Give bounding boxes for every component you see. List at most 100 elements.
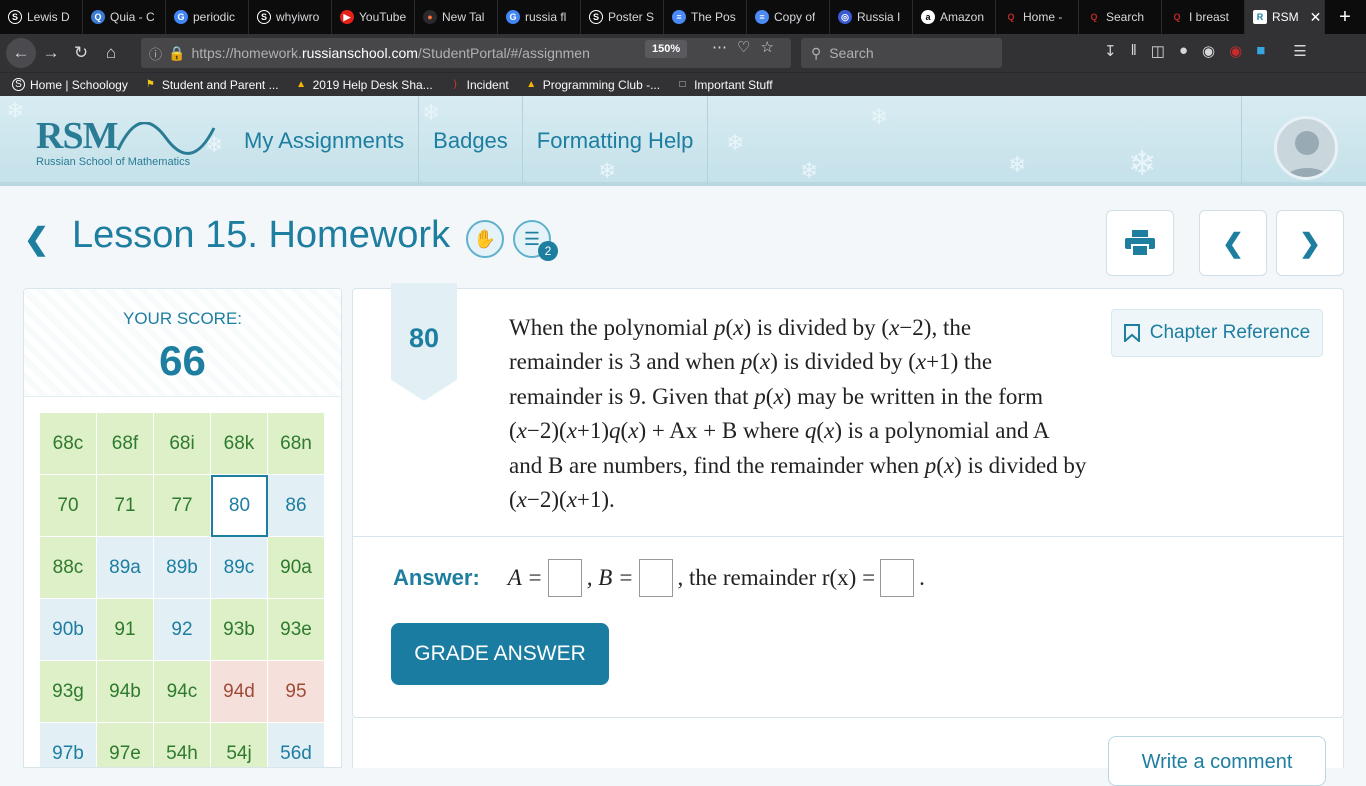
problem-cell[interactable]: 95 (268, 661, 325, 723)
new-tab-button[interactable]: + (1325, 0, 1365, 34)
chapter-reference-button[interactable]: Chapter Reference (1111, 309, 1323, 357)
problem-cell[interactable]: 68n (268, 413, 325, 475)
browser-tab[interactable]: ● New Tal (415, 0, 498, 34)
browser-tab[interactable]: Gperiodic (166, 0, 249, 34)
problem-cell[interactable]: 93g (40, 661, 97, 723)
problem-cell[interactable]: 77 (154, 475, 211, 537)
amazon-icon: a (921, 10, 935, 24)
problem-cell[interactable]: 90a (268, 537, 325, 599)
nav-badges[interactable]: Badges (419, 96, 523, 186)
problem-cell[interactable]: 94b (97, 661, 154, 723)
search-input[interactable]: ⚲ Search (801, 38, 1002, 68)
problem-cell[interactable]: 54h (154, 723, 211, 767)
snowflake-icon: ❄ (1008, 152, 1027, 177)
rsm-logo[interactable]: RSM Russian School of Mathematics (36, 114, 216, 168)
next-problem-button[interactable]: ❯ (1276, 210, 1344, 276)
search-icon: ⚲ (811, 44, 822, 61)
problem-cell[interactable]: 68k (211, 413, 268, 475)
browser-tab[interactable]: ▶ YouTube (332, 0, 415, 34)
tab-label: Home - (1023, 10, 1063, 24)
problem-cell[interactable]: 91 (97, 599, 154, 661)
browser-tab[interactable]: Q Search (1079, 0, 1162, 34)
score-value: 66 (159, 337, 206, 384)
bookmark-label: Programming Club -... (542, 77, 661, 92)
a-input[interactable] (547, 559, 582, 597)
reload-button[interactable]: ↻ (66, 38, 96, 68)
b-input[interactable] (638, 559, 673, 597)
ublock-icon[interactable]: ◉ (1229, 42, 1242, 60)
write-comment-button[interactable]: Write a comment (1108, 736, 1326, 786)
browser-tab[interactable]: Q Home - (996, 0, 1079, 34)
problem-cell[interactable]: 89b (154, 537, 211, 599)
download-icon[interactable]: ↧ (1104, 42, 1117, 60)
problem-cell[interactable]: 71 (97, 475, 154, 537)
info-icon[interactable]: ⓘ (149, 44, 162, 63)
problem-cell[interactable]: 68c (40, 413, 97, 475)
problem-cell[interactable]: 80 (211, 475, 268, 537)
problem-cell[interactable]: 94c (154, 661, 211, 723)
address-bar[interactable]: ⓘ 🔒 https://homework.russianschool.com/S… (141, 38, 791, 68)
back-button[interactable]: ← (6, 38, 36, 68)
more-actions-icon[interactable]: ⋯ (712, 38, 727, 56)
problem-cell[interactable]: 88c (40, 537, 97, 599)
problem-cell[interactable]: 93e (268, 599, 325, 661)
menu-icon[interactable]: ☰ (1293, 42, 1306, 60)
problem-cell[interactable]: 54j (211, 723, 268, 767)
hand-badge-icon[interactable]: ✋ (466, 220, 504, 258)
extension-icon[interactable]: ■ (1256, 42, 1265, 60)
bookmark-item[interactable]: ⚑ Student and Parent ... (144, 78, 279, 92)
previous-problem-button[interactable]: ❮ (1199, 210, 1267, 276)
b-label: , B = (586, 565, 634, 590)
problem-cell[interactable]: 86 (268, 475, 325, 537)
library-icon[interactable]: ‖ (1131, 42, 1137, 60)
browser-tab[interactable]: ≡ The Pos (664, 0, 747, 34)
print-button[interactable] (1106, 210, 1174, 276)
problem-cell[interactable]: 90b (40, 599, 97, 661)
bookmark-item[interactable]: S Home | Schoology (12, 78, 128, 92)
tab-label: Russia I (857, 10, 901, 24)
bookmark-item[interactable]: ) Incident (449, 78, 509, 92)
problem-cell[interactable]: 94d (211, 661, 268, 723)
avatar[interactable] (1274, 116, 1338, 180)
browser-tab[interactable]: a Amazon (913, 0, 996, 34)
browser-tab-active[interactable]: R RSM ✕ (1245, 0, 1325, 34)
bookmark-item[interactable]: ▲ Programming Club -... (525, 78, 660, 92)
browser-tab[interactable]: Q I breast (1162, 0, 1245, 34)
browser-tab[interactable]: S Lewis D (0, 0, 83, 34)
problem-cell[interactable]: 93b (211, 599, 268, 661)
forward-button[interactable]: → (36, 38, 66, 68)
browser-tab[interactable]: Swhyiwro (249, 0, 332, 34)
zoom-indicator[interactable]: 150% (645, 40, 688, 58)
problem-cell[interactable]: 56d (268, 723, 325, 767)
site-header: ❄ ❄ ❄ ❄ ❄ ❄ ❄ ❄ ❄ RSM Russian School of … (0, 96, 1366, 186)
pocket-icon[interactable]: ♡ (737, 38, 750, 56)
sidebar-icon[interactable]: ◫ (1151, 42, 1165, 60)
schoology-icon: S (257, 10, 271, 24)
problem-cell[interactable]: 89c (211, 537, 268, 599)
back-chevron-icon[interactable]: ❮ (24, 222, 49, 257)
browser-tab[interactable]: S Poster S (581, 0, 664, 34)
problem-cell[interactable]: 97b (40, 723, 97, 767)
browser-tab[interactable]: Grussia fl (498, 0, 581, 34)
home-icon: ⌂ (105, 43, 117, 62)
browser-tab[interactable]: ◎ Russia I (830, 0, 913, 34)
nav-formatting-help[interactable]: Formatting Help (523, 96, 709, 186)
home-button[interactable]: ⌂ (96, 38, 126, 68)
problem-cell[interactable]: 68f (97, 413, 154, 475)
account-icon[interactable]: ● (1179, 42, 1188, 60)
grade-answer-button[interactable]: GRADE ANSWER (391, 623, 609, 685)
bookmark-item[interactable]: ▲ 2019 Help Desk Sha... (295, 78, 433, 92)
remainder-input[interactable] (880, 559, 915, 597)
problem-cell[interactable]: 97e (97, 723, 154, 767)
browser-tab[interactable]: Q Quia - C (83, 0, 166, 34)
close-icon[interactable]: ✕ (1310, 9, 1322, 26)
bookmark-item[interactable]: □ Important Stuff (676, 78, 773, 92)
problem-cell[interactable]: 70 (40, 475, 97, 537)
problem-cell[interactable]: 89a (97, 537, 154, 599)
problem-cell[interactable]: 68i (154, 413, 211, 475)
nav-my-assignments[interactable]: My Assignments (230, 96, 420, 186)
problem-cell[interactable]: 92 (154, 599, 211, 661)
incognito-icon[interactable]: ◉ (1202, 42, 1215, 60)
browser-tab[interactable]: ≡ Copy of (747, 0, 830, 34)
bookmark-star-icon[interactable]: ☆ (760, 38, 773, 56)
